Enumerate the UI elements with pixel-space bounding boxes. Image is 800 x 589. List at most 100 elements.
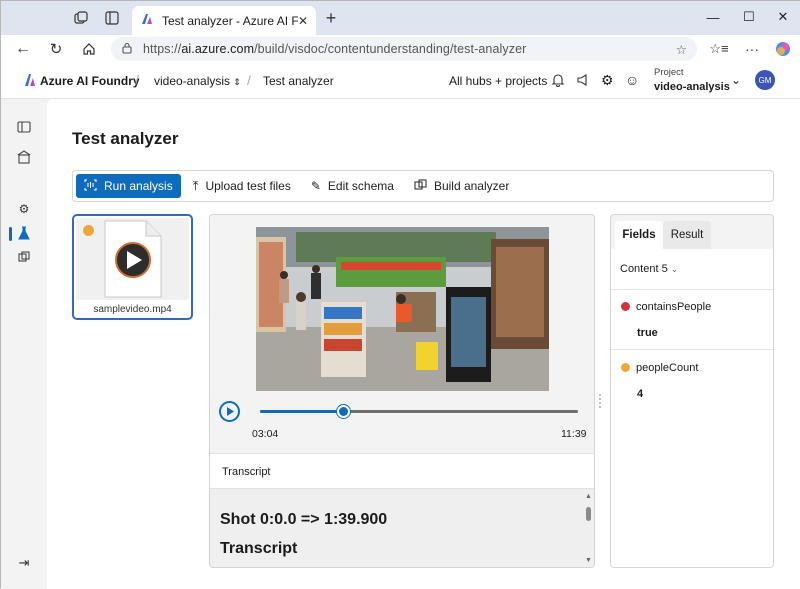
- url-text: https://ai.azure.com/build/visdoc/conten…: [143, 42, 526, 56]
- bell-icon[interactable]: [551, 73, 565, 90]
- run-analysis-label: Run analysis: [104, 179, 173, 193]
- brand-link[interactable]: Azure AI Foundry: [40, 74, 140, 88]
- close-window-icon[interactable]: ✕: [763, 1, 800, 33]
- app-header: Azure AI Foundry / video-analysis ⇕ / Te…: [1, 63, 800, 99]
- field-value: 4: [637, 388, 644, 400]
- azure-ai-foundry-logo-icon: [24, 73, 36, 90]
- chevron-down-icon[interactable]: ⌄: [731, 73, 741, 87]
- collections-icon[interactable]: [71, 9, 91, 27]
- store-scene-image: [256, 227, 549, 391]
- player-controls: 03:04 11:39: [210, 395, 594, 451]
- build-analyzer-label: Build analyzer: [433, 179, 510, 193]
- refresh-icon[interactable]: ↻: [46, 39, 66, 59]
- field-value: true: [637, 327, 658, 339]
- chevron-updown-icon: ⇕: [233, 77, 241, 87]
- tools-icon[interactable]: ⚙: [1, 197, 47, 221]
- address-bar[interactable]: https://ai.azure.com/build/visdoc/conten…: [111, 37, 697, 61]
- smiley-icon[interactable]: ☺: [625, 72, 639, 88]
- left-rail: ⚙ ⇥: [1, 99, 47, 589]
- video-file-icon: [104, 220, 162, 298]
- results-panel: Fields Result Content 5 ⌄ containsPeople…: [610, 214, 774, 568]
- edit-schema-button[interactable]: ✎ Edit schema: [303, 174, 402, 198]
- play-icon[interactable]: [219, 401, 240, 422]
- seek-handle[interactable]: [337, 405, 351, 418]
- cube-icon: [414, 178, 427, 194]
- video-panel: 03:04 11:39 Transcript Shot 0:0.0 => 1:3…: [209, 214, 595, 568]
- build-analyzer-button[interactable]: Build analyzer: [406, 174, 517, 198]
- transcript-subheading: Transcript: [220, 540, 298, 557]
- tab-title: Test analyzer - Azure AI Foundry: [162, 13, 298, 28]
- favorites-icon[interactable]: ☆≡: [709, 39, 729, 59]
- scroll-down-icon[interactable]: ▼: [585, 557, 592, 564]
- project-name[interactable]: video-analysis: [654, 81, 730, 93]
- tab-actions-icon[interactable]: [102, 9, 122, 27]
- field-name: containsPeople: [636, 301, 712, 313]
- browser-toolbar: ← ↻ https://ai.azure.com/build/visdoc/co…: [1, 35, 800, 63]
- tab-result[interactable]: Result: [663, 221, 711, 249]
- upload-test-files-button[interactable]: ⤒ Upload test files: [185, 174, 299, 198]
- breadcrumb-project[interactable]: video-analysis ⇕: [154, 74, 241, 88]
- edit-schema-label: Edit schema: [327, 179, 394, 193]
- panel-resize-handle[interactable]: [599, 394, 605, 408]
- scroll-up-icon[interactable]: ▲: [585, 493, 592, 500]
- copilot-icon[interactable]: [773, 39, 793, 59]
- divider: [611, 289, 773, 290]
- url-prefix: https://: [143, 42, 182, 56]
- more-icon[interactable]: ···: [742, 39, 762, 59]
- pencil-icon: ✎: [310, 179, 321, 193]
- file-status-dot: [83, 225, 94, 236]
- sign-out-icon[interactable]: ⇥: [1, 551, 47, 575]
- field-status-dot: [621, 363, 630, 372]
- browser-window: Test analyzer - Azure AI Foundry ✕ + — ☐…: [0, 0, 800, 589]
- file-name: samplevideo.mp4: [93, 304, 172, 315]
- site-info-icon[interactable]: [121, 42, 133, 57]
- close-tab-icon[interactable]: ✕: [298, 14, 308, 28]
- upload-icon: ⤒: [192, 178, 199, 193]
- tab-strip: Test analyzer - Azure AI Foundry ✕ + — ☐…: [1, 1, 800, 35]
- content-selector-label: Content 5: [620, 263, 668, 275]
- seek-bar[interactable]: [260, 405, 578, 418]
- settings-icon[interactable]: ⚙: [601, 72, 614, 89]
- models-icon[interactable]: [1, 245, 47, 269]
- divider: [611, 349, 773, 350]
- transcript-label: Transcript: [222, 466, 271, 478]
- flask-icon[interactable]: [1, 221, 47, 245]
- scan-icon: [84, 178, 97, 194]
- expand-panel-icon[interactable]: [1, 115, 47, 139]
- field-name: peopleCount: [636, 362, 699, 374]
- breadcrumb-separator: /: [135, 72, 139, 88]
- home-icon[interactable]: [79, 39, 99, 59]
- feedback-icon[interactable]: [576, 73, 590, 90]
- scrollbar-thumb[interactable]: [586, 507, 591, 521]
- field-contains-people[interactable]: containsPeople: [621, 301, 711, 313]
- azure-ai-foundry-logo-icon: [140, 12, 154, 29]
- browser-tab-active[interactable]: Test analyzer - Azure AI Foundry ✕: [132, 6, 316, 35]
- upload-label: Upload test files: [205, 179, 291, 193]
- run-analysis-button[interactable]: Run analysis: [76, 174, 181, 198]
- video-frame[interactable]: [256, 227, 549, 391]
- url-host: ai.azure.com: [181, 42, 255, 56]
- transcript-body: Shot 0:0.0 => 1:39.900 Transcript: [210, 489, 594, 567]
- breadcrumb-separator: /: [247, 72, 251, 88]
- hub-icon[interactable]: [1, 145, 47, 169]
- chevron-down-icon: ⌄: [670, 264, 679, 274]
- tab-fields[interactable]: Fields: [615, 221, 663, 249]
- transcript-scrollbar[interactable]: ▲ ▼: [583, 489, 594, 567]
- file-card[interactable]: samplevideo.mp4: [72, 214, 193, 320]
- action-toolbar: Run analysis ⤒ Upload test files ✎ Edit …: [72, 170, 774, 202]
- minimize-icon[interactable]: —: [693, 1, 733, 33]
- content-selector[interactable]: Content 5 ⌄: [620, 263, 678, 275]
- shot-heading: Shot 0:0.0 => 1:39.900: [220, 511, 388, 528]
- favorite-icon[interactable]: ☆: [676, 42, 687, 57]
- fields-body: Content 5 ⌄ containsPeople true peopleCo…: [611, 249, 773, 567]
- url-path: /build/visdoc/contentunderstanding/test-…: [254, 42, 527, 56]
- field-people-count[interactable]: peopleCount: [621, 362, 698, 374]
- breadcrumb-project-label: video-analysis: [154, 74, 231, 88]
- duration: 11:39: [561, 428, 587, 440]
- back-icon[interactable]: ←: [13, 39, 33, 59]
- all-hubs-link[interactable]: All hubs + projects: [449, 74, 547, 88]
- main-content: Test analyzer Run analysis ⤒ Upload test…: [47, 99, 800, 589]
- new-tab-icon[interactable]: +: [321, 8, 341, 28]
- avatar[interactable]: GM: [755, 70, 775, 90]
- breadcrumb-page: Test analyzer: [263, 74, 334, 88]
